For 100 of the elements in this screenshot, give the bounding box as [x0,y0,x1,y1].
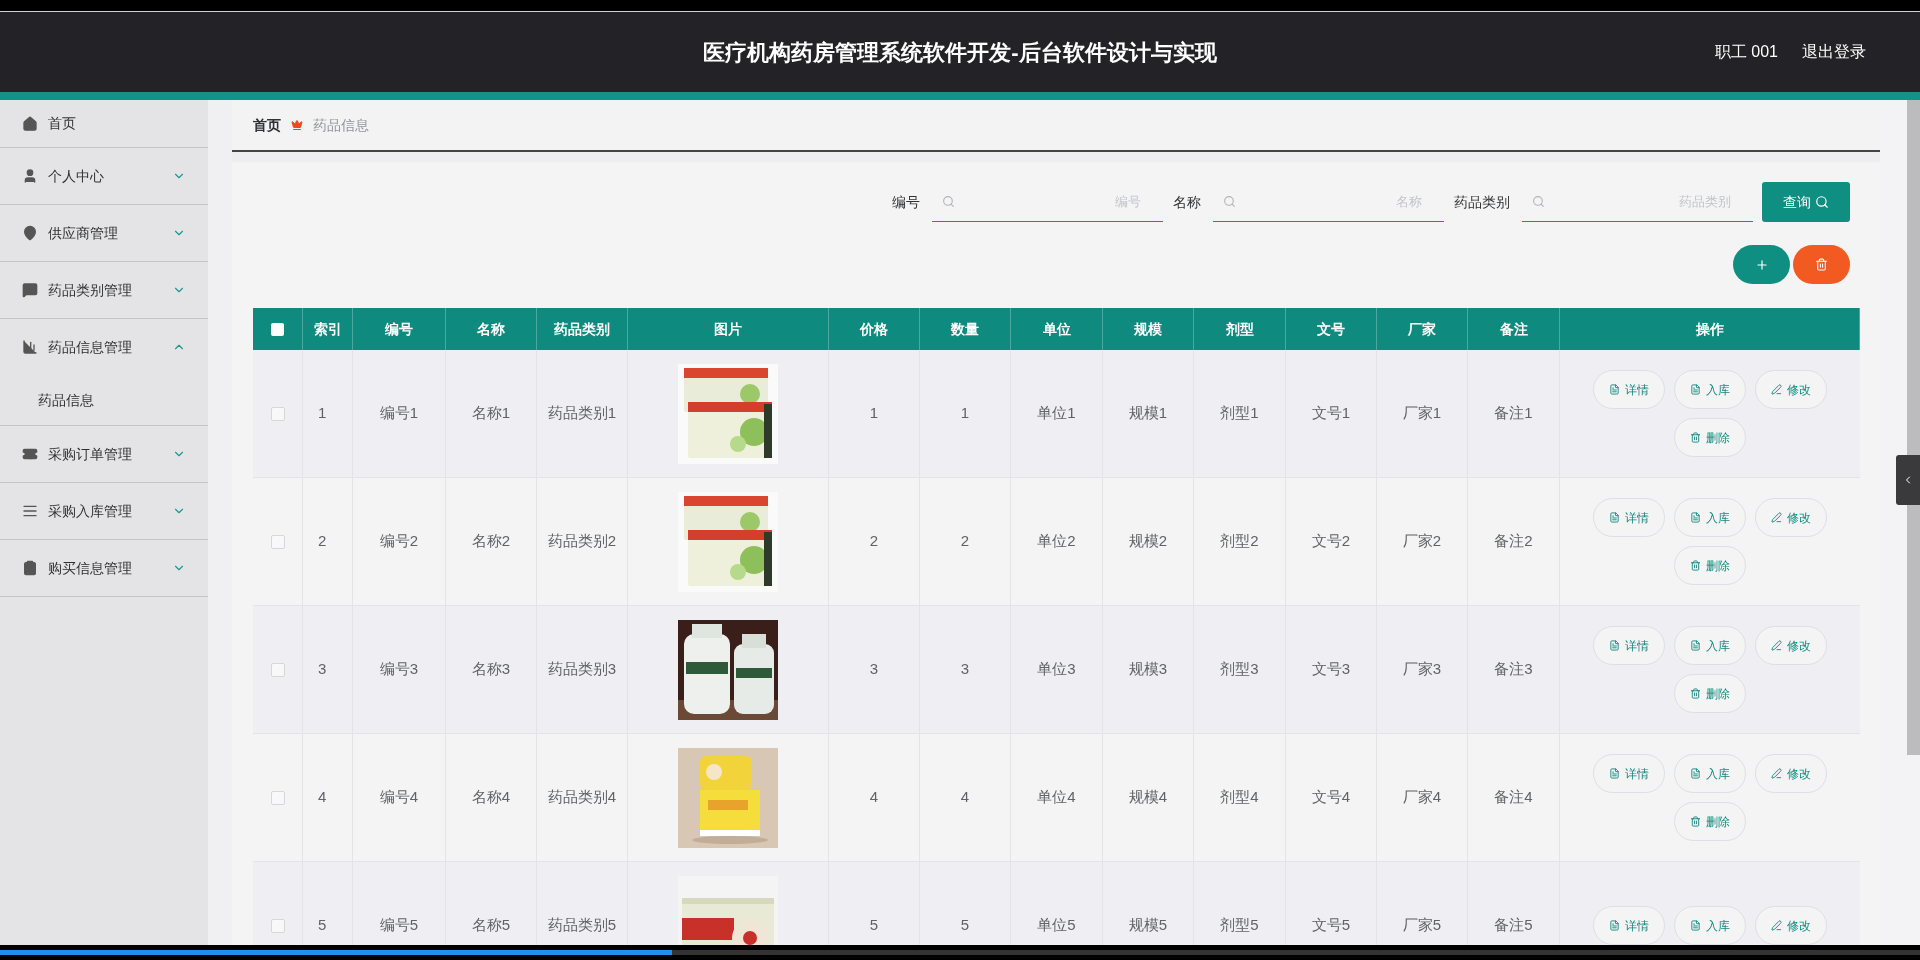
table-cell: 3 [920,606,1011,734]
action-button[interactable]: 入库 [1674,498,1746,537]
field-label: 编号 [892,192,920,212]
row-checkbox[interactable] [270,406,285,421]
search-icon [1223,195,1236,208]
table-cell: 名称3 [446,606,537,734]
table-cell: 编号5 [353,862,446,945]
sidebar-item[interactable]: 首页 [0,100,208,147]
table-cell: 厂家4 [1377,734,1468,862]
sidebar-subitem[interactable]: 药品信息 [0,375,208,425]
document-icon [1690,384,1701,395]
list-icon [22,503,38,519]
action-button[interactable]: 详情 [1593,370,1665,409]
action-button[interactable]: 删除 [1674,802,1746,841]
table-cell: 4 [829,734,920,862]
field-label: 药品类别 [1454,192,1510,212]
user-icon [22,168,38,184]
table-cell: 规模5 [1103,862,1194,945]
select-all-checkbox[interactable] [271,322,284,336]
action-button[interactable]: 删除 [1674,546,1746,585]
scrollbar[interactable] [1907,100,1920,755]
sidebar-item[interactable]: 药品类别管理 [0,262,208,318]
trash-icon [1690,560,1701,571]
table-cell: 5 [920,862,1011,945]
collapse-tab[interactable] [1896,455,1920,505]
table-cell: 5 [829,862,920,945]
table-cell: 文号4 [1286,734,1377,862]
search-icon [1532,195,1545,208]
action-button[interactable]: 删除 [1674,418,1746,457]
table-cell: 单位2 [1011,478,1103,606]
table-cell: 1 [303,350,353,478]
table-cell: 单位1 [1011,350,1103,478]
table-cell: 名称4 [446,734,537,862]
progress-track[interactable] [0,950,1920,955]
action-button[interactable]: 入库 [1674,754,1746,793]
column-header: 厂家 [1377,308,1468,350]
document-icon [1609,640,1620,651]
action-button[interactable]: 修改 [1755,370,1827,409]
action-button[interactable]: 入库 [1674,906,1746,945]
table-cell: 药品类别4 [537,734,628,862]
trash-icon [1690,432,1701,443]
action-button[interactable]: 入库 [1674,626,1746,665]
document-icon [1609,768,1620,779]
pencil-icon [1771,384,1782,395]
table-cell: 编号2 [353,478,446,606]
trash-icon [1690,688,1701,699]
table-cell: 单位5 [1011,862,1103,945]
action-button[interactable]: 删除 [1674,674,1746,713]
trash-icon [1690,816,1701,827]
table-cell: 厂家3 [1377,606,1468,734]
column-header: 药品类别 [537,308,628,350]
table-cell: 规模1 [1103,350,1194,478]
table-cell: 药品类别3 [537,606,628,734]
add-button[interactable] [1733,245,1790,284]
sidebar-item[interactable]: 供应商管理 [0,205,208,261]
search-button[interactable]: 查询 [1762,182,1850,222]
table-cell: 备注5 [1468,862,1560,945]
action-button[interactable]: 修改 [1755,626,1827,665]
search-icon [1815,195,1829,209]
logout-link[interactable]: 退出登录 [1802,40,1866,64]
table-cell: 文号2 [1286,478,1377,606]
sidebar-item[interactable]: 采购订单管理 [0,426,208,482]
table-cell: 剂型1 [1194,350,1286,478]
clipboard-icon [22,560,38,576]
ticket-icon [22,446,38,462]
sidebar-item[interactable]: 购买信息管理 [0,540,208,596]
row-checkbox[interactable] [270,534,285,549]
document-icon [1690,640,1701,651]
table-cell: 2 [920,478,1011,606]
table-cell: 备注4 [1468,734,1560,862]
row-checkbox[interactable] [270,662,285,677]
row-checkbox[interactable] [270,790,285,805]
action-button[interactable]: 详情 [1593,754,1665,793]
table-cell: 文号5 [1286,862,1377,945]
document-icon [1690,920,1701,931]
breadcrumb-item[interactable]: 首页 [253,114,281,136]
sidebar-item[interactable]: 采购入库管理 [0,483,208,539]
action-button[interactable]: 详情 [1593,626,1665,665]
table-cell: 规模3 [1103,606,1194,734]
table-cell: 4 [303,734,353,862]
action-button[interactable]: 详情 [1593,498,1665,537]
table-cell: 名称2 [446,478,537,606]
column-header: 数量 [920,308,1011,350]
row-checkbox[interactable] [270,918,285,933]
sidebar-item[interactable]: 药品信息管理 [0,319,208,375]
action-button[interactable]: 详情 [1593,906,1665,945]
column-header: 名称 [446,308,537,350]
table-cell: 剂型4 [1194,734,1286,862]
action-button[interactable]: 修改 [1755,906,1827,945]
document-icon [1609,920,1620,931]
field-label: 名称 [1173,192,1201,212]
action-button[interactable]: 修改 [1755,754,1827,793]
action-button[interactable]: 入库 [1674,370,1746,409]
sidebar-item[interactable]: 个人中心 [0,148,208,204]
column-header: 规模 [1103,308,1194,350]
delete-button[interactable] [1793,245,1850,284]
column-header: 单位 [1011,308,1103,350]
table-cell: 备注1 [1468,350,1560,478]
table-cell: 剂型5 [1194,862,1286,945]
action-button[interactable]: 修改 [1755,498,1827,537]
